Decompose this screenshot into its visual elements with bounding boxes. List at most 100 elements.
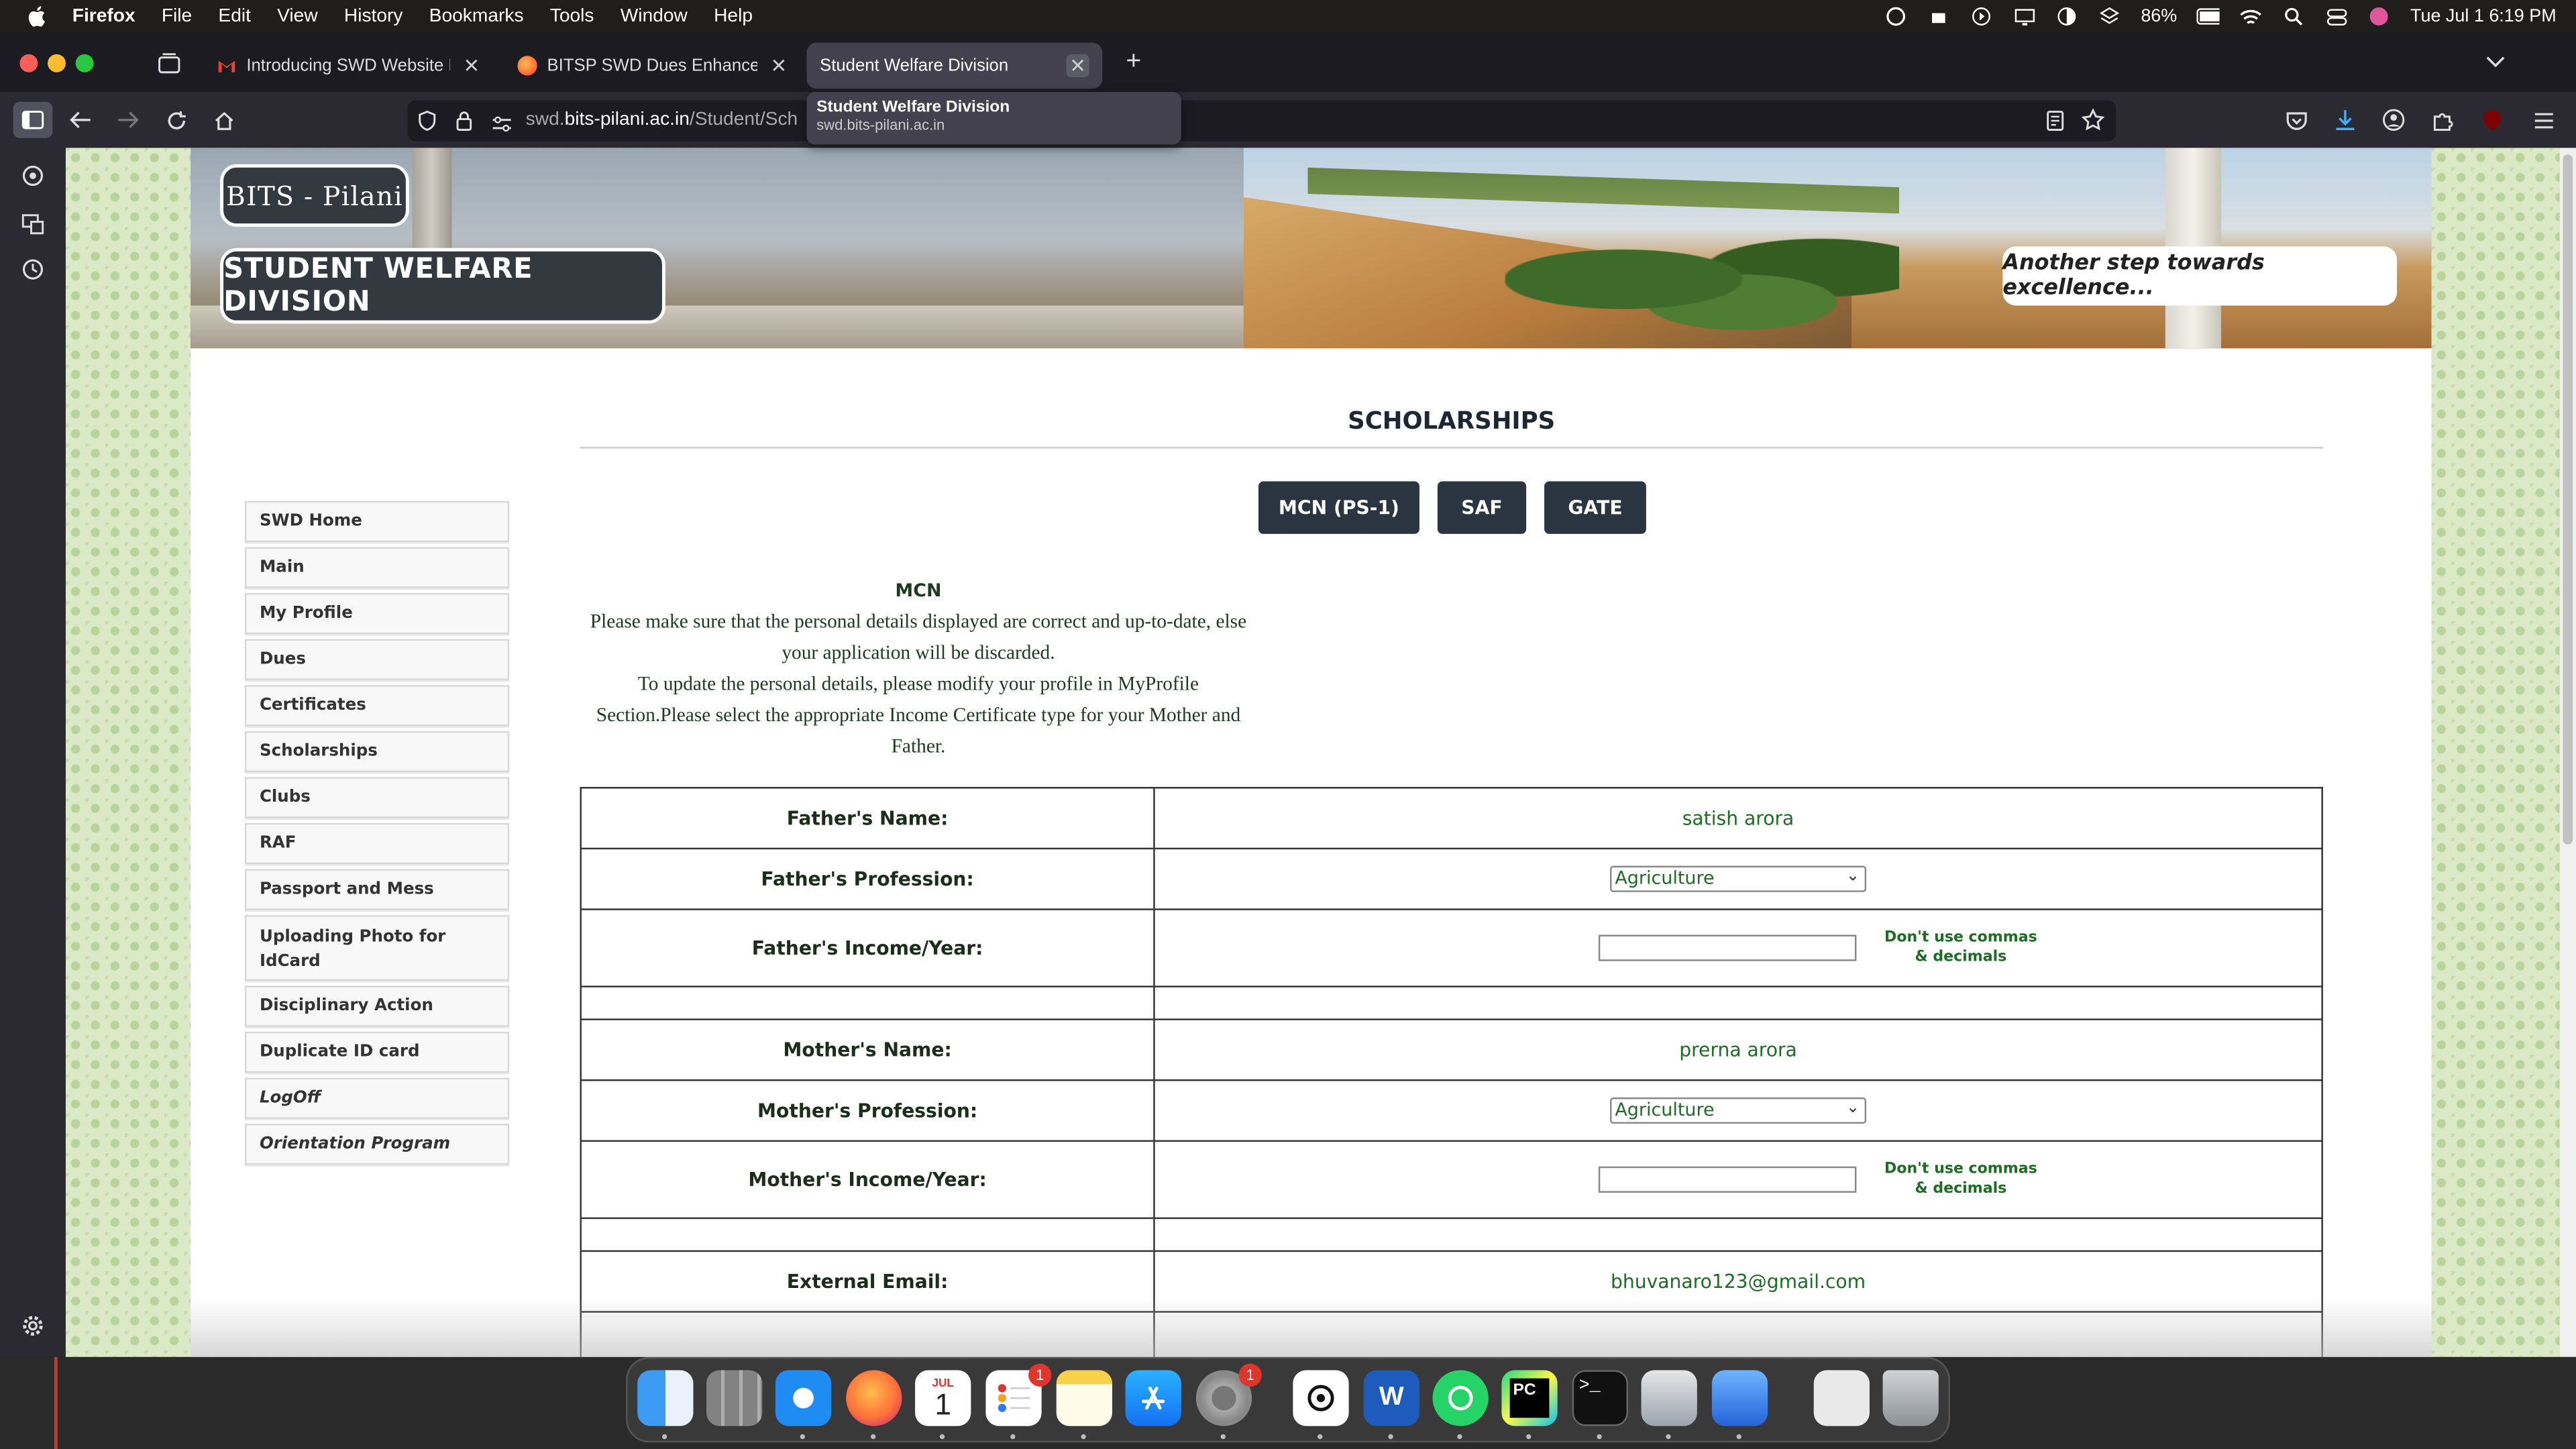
nav-main[interactable]: Main xyxy=(244,547,510,588)
scrollbar-thumb[interactable] xyxy=(2563,154,2573,845)
tab-overview-icon[interactable] xyxy=(154,48,184,77)
display-status-icon[interactable] xyxy=(2012,7,2035,26)
address-bar[interactable]: swd.bits-pilani.ac.in/Student/Sch xyxy=(407,100,2116,142)
app-menu-hamburger-icon[interactable] xyxy=(2528,105,2558,135)
nav-dues[interactable]: Dues xyxy=(244,639,510,680)
chatgpt-icon[interactable] xyxy=(1293,1370,1349,1426)
clock-datetime[interactable]: Tue Jul 1 6:19 PM xyxy=(2410,7,2557,26)
tab-github-extension[interactable]: BITSP SWD Dues Enhancer – Gi ✕ xyxy=(504,43,804,89)
microsoft-word-icon[interactable]: W xyxy=(1363,1370,1419,1426)
trash-icon[interactable] xyxy=(1882,1370,1939,1426)
window-zoom-button[interactable] xyxy=(75,54,94,72)
nav-certificates[interactable]: Certificates xyxy=(244,685,510,727)
menu-edit[interactable]: Edit xyxy=(218,7,251,26)
tab-close-icon[interactable]: ✕ xyxy=(767,54,790,77)
pocket-icon[interactable] xyxy=(2282,105,2312,135)
menu-file[interactable]: File xyxy=(162,7,192,26)
home-icon[interactable] xyxy=(209,105,238,135)
mcn-ps1-button[interactable]: MCN (PS-1) xyxy=(1258,481,1419,534)
preview-icon[interactable] xyxy=(1641,1370,1697,1426)
menu-bookmarks[interactable]: Bookmarks xyxy=(429,7,524,26)
father-profession-select[interactable]: Agriculture ⌄ xyxy=(1610,865,1867,892)
extensions-puzzle-icon[interactable] xyxy=(2428,105,2458,135)
pycharm-icon[interactable]: PC xyxy=(1501,1370,1558,1426)
tracking-protection-shield-icon[interactable] xyxy=(417,110,437,140)
calendar-icon[interactable]: JUL 1 xyxy=(915,1370,971,1426)
menu-app-firefox[interactable]: Firefox xyxy=(72,7,136,26)
printer-status-icon[interactable] xyxy=(1927,7,1950,26)
whatsapp-icon[interactable] xyxy=(1432,1370,1489,1426)
history-clock-icon[interactable] xyxy=(19,256,46,282)
siri-icon[interactable] xyxy=(2367,7,2390,26)
tab-close-icon[interactable]: ✕ xyxy=(1066,54,1089,78)
reminders-icon[interactable]: 1 xyxy=(985,1363,1052,1426)
nav-logoff[interactable]: LogOff xyxy=(244,1077,510,1119)
system-settings-icon[interactable]: 1 xyxy=(1195,1363,1262,1426)
nav-orientation-program[interactable]: Orientation Program xyxy=(244,1124,510,1165)
menu-view[interactable]: View xyxy=(277,7,318,26)
wifi-icon[interactable] xyxy=(2239,7,2262,26)
site-permissions-icon[interactable] xyxy=(491,112,513,142)
account-icon[interactable] xyxy=(2379,105,2408,135)
menu-tools[interactable]: Tools xyxy=(550,7,594,26)
reload-icon[interactable] xyxy=(161,105,191,135)
battery-icon[interactable] xyxy=(2196,7,2220,26)
downloads-icon[interactable] xyxy=(2330,105,2359,135)
spotlight-search-icon[interactable] xyxy=(2282,7,2305,26)
chatgpt-status-icon[interactable] xyxy=(1884,7,1907,26)
forward-arrow-icon[interactable] xyxy=(113,105,143,135)
launchpad-icon[interactable] xyxy=(706,1370,763,1426)
layers-status-icon[interactable] xyxy=(2098,7,2121,26)
nav-raf[interactable]: RAF xyxy=(244,822,510,865)
window-minimize-button[interactable] xyxy=(48,54,66,72)
firefox-icon[interactable] xyxy=(846,1370,902,1426)
nav-clubs[interactable]: Clubs xyxy=(244,777,510,818)
swd-logo[interactable]: STUDENT WELFARE DIVISION xyxy=(220,248,665,324)
nav-passport-and-mess[interactable]: Passport and Mess xyxy=(244,869,510,910)
sidebar-toggle-icon[interactable] xyxy=(13,101,53,138)
terminal-icon[interactable]: >_ xyxy=(1572,1370,1628,1426)
contrast-status-icon[interactable] xyxy=(2055,7,2078,26)
control-center-icon[interactable] xyxy=(2325,7,2348,26)
nav-duplicate-id-card[interactable]: Duplicate ID card xyxy=(244,1031,510,1073)
mother-income-input[interactable] xyxy=(1597,1166,1856,1193)
nav-my-profile[interactable]: My Profile xyxy=(244,593,510,635)
synced-tabs-icon[interactable] xyxy=(19,210,46,236)
finder-icon[interactable] xyxy=(637,1370,694,1426)
notes-icon[interactable] xyxy=(1056,1370,1112,1426)
sidebar-settings-gear-icon[interactable] xyxy=(19,1313,46,1339)
xcode-icon[interactable] xyxy=(1711,1370,1768,1426)
tab-title: BITSP SWD Dues Enhancer – Gi xyxy=(547,56,757,76)
window-close-button[interactable] xyxy=(19,54,38,72)
mother-profession-select[interactable]: Agriculture ⌄ xyxy=(1610,1097,1867,1124)
play-status-icon[interactable] xyxy=(1970,7,1993,26)
nav-disciplinary-action[interactable]: Disciplinary Action xyxy=(244,985,510,1027)
menu-history[interactable]: History xyxy=(344,7,403,26)
tab-close-icon[interactable]: ✕ xyxy=(460,54,483,77)
tab-student-welfare[interactable]: Student Welfare Division ✕ xyxy=(806,42,1103,89)
page-scrollbar[interactable] xyxy=(2559,148,2576,1357)
documents-stack-icon[interactable] xyxy=(1813,1370,1870,1426)
new-tab-icon[interactable]: + xyxy=(1119,48,1148,77)
ublock-origin-icon[interactable] xyxy=(2477,105,2507,135)
saf-button[interactable]: SAF xyxy=(1437,481,1527,534)
nav-scholarships[interactable]: Scholarships xyxy=(244,731,510,773)
nav-uploading-photo[interactable]: Uploading Photo for IdCard xyxy=(244,915,510,981)
chatbot-sidebar-icon[interactable] xyxy=(19,162,46,189)
url-text[interactable]: swd.bits-pilani.ac.in/Student/Sch xyxy=(526,110,798,129)
app-store-icon[interactable] xyxy=(1125,1370,1181,1426)
reader-view-icon[interactable] xyxy=(2045,110,2065,140)
safari-icon[interactable] xyxy=(775,1370,832,1426)
bits-pilani-logo[interactable]: BITS - Pilani xyxy=(220,164,409,227)
gate-button[interactable]: GATE xyxy=(1544,481,1646,534)
bookmark-star-icon[interactable] xyxy=(2081,108,2105,140)
lock-icon[interactable] xyxy=(455,110,473,140)
tab-swd-email[interactable]: Introducing SWD Website Enha ✕ xyxy=(204,43,496,89)
back-arrow-icon[interactable] xyxy=(66,105,95,135)
nav-swd-home[interactable]: SWD Home xyxy=(244,500,510,543)
menu-help[interactable]: Help xyxy=(714,7,753,26)
father-income-input[interactable] xyxy=(1597,934,1856,961)
apple-icon[interactable] xyxy=(26,5,49,28)
menu-window[interactable]: Window xyxy=(621,7,688,26)
list-all-tabs-icon[interactable] xyxy=(2481,48,2510,77)
